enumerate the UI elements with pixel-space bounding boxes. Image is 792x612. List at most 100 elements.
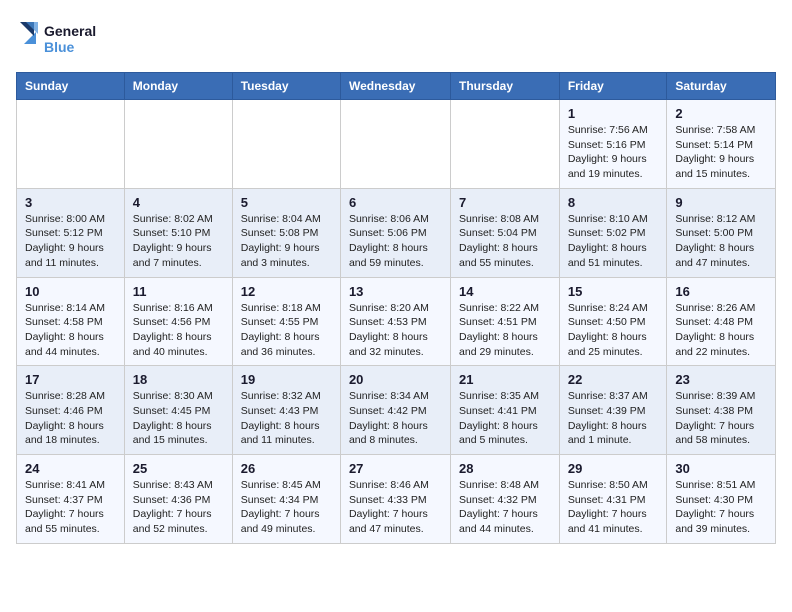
day-info: Sunrise: 8:20 AM Sunset: 4:53 PM Dayligh… <box>349 301 442 360</box>
day-number: 19 <box>241 372 332 387</box>
weekday-header-wednesday: Wednesday <box>340 73 450 100</box>
week-row-2: 3 Sunrise: 8:00 AM Sunset: 5:12 PM Daylig… <box>17 188 776 277</box>
calendar-cell: 2 Sunrise: 7:58 AM Sunset: 5:14 PM Daylig… <box>667 100 776 189</box>
day-info: Sunrise: 8:45 AM Sunset: 4:34 PM Dayligh… <box>241 478 332 537</box>
weekday-header-tuesday: Tuesday <box>232 73 340 100</box>
calendar-cell <box>340 100 450 189</box>
week-row-5: 24 Sunrise: 8:41 AM Sunset: 4:37 PM Dayli… <box>17 455 776 544</box>
calendar-cell: 15 Sunrise: 8:24 AM Sunset: 4:50 PM Dayli… <box>559 277 667 366</box>
day-info: Sunrise: 8:10 AM Sunset: 5:02 PM Dayligh… <box>568 212 659 271</box>
day-info: Sunrise: 8:48 AM Sunset: 4:32 PM Dayligh… <box>459 478 551 537</box>
calendar-cell <box>451 100 560 189</box>
calendar-cell: 16 Sunrise: 8:26 AM Sunset: 4:48 PM Dayli… <box>667 277 776 366</box>
day-info: Sunrise: 8:50 AM Sunset: 4:31 PM Dayligh… <box>568 478 659 537</box>
day-info: Sunrise: 8:00 AM Sunset: 5:12 PM Dayligh… <box>25 212 116 271</box>
calendar-cell: 10Sunrise: 8:14 AM Sunset: 4:58 PM Dayli… <box>17 277 125 366</box>
calendar-cell <box>17 100 125 189</box>
day-number: 17 <box>25 372 116 387</box>
day-info: Sunrise: 8:16 AM Sunset: 4:56 PM Dayligh… <box>133 301 224 360</box>
day-info: Sunrise: 7:58 AM Sunset: 5:14 PM Dayligh… <box>675 123 767 182</box>
day-number: 3 <box>25 195 116 210</box>
day-number: 13 <box>349 284 442 299</box>
day-info: Sunrise: 8:51 AM Sunset: 4:30 PM Dayligh… <box>675 478 767 537</box>
day-info: Sunrise: 8:39 AM Sunset: 4:38 PM Dayligh… <box>675 389 767 448</box>
day-number: 29 <box>568 461 659 476</box>
svg-text:General: General <box>44 23 96 39</box>
weekday-header-thursday: Thursday <box>451 73 560 100</box>
calendar-cell: 30 Sunrise: 8:51 AM Sunset: 4:30 PM Dayli… <box>667 455 776 544</box>
day-number: 24 <box>25 461 116 476</box>
calendar-cell: 7 Sunrise: 8:08 AM Sunset: 5:04 PM Daylig… <box>451 188 560 277</box>
day-number: 30 <box>675 461 767 476</box>
calendar-cell: 14 Sunrise: 8:22 AM Sunset: 4:51 PM Dayli… <box>451 277 560 366</box>
day-number: 28 <box>459 461 551 476</box>
calendar-cell: 3 Sunrise: 8:00 AM Sunset: 5:12 PM Daylig… <box>17 188 125 277</box>
calendar-cell <box>124 100 232 189</box>
day-number: 16 <box>675 284 767 299</box>
day-info: Sunrise: 8:34 AM Sunset: 4:42 PM Dayligh… <box>349 389 442 448</box>
calendar-table: SundayMondayTuesdayWednesdayThursdayFrid… <box>16 72 776 544</box>
day-number: 11 <box>133 284 224 299</box>
header: General Blue <box>16 16 776 60</box>
calendar-cell: 29 Sunrise: 8:50 AM Sunset: 4:31 PM Dayli… <box>559 455 667 544</box>
day-info: Sunrise: 8:06 AM Sunset: 5:06 PM Dayligh… <box>349 212 442 271</box>
calendar-cell: 23 Sunrise: 8:39 AM Sunset: 4:38 PM Dayli… <box>667 366 776 455</box>
day-info: Sunrise: 8:22 AM Sunset: 4:51 PM Dayligh… <box>459 301 551 360</box>
day-number: 21 <box>459 372 551 387</box>
day-number: 14 <box>459 284 551 299</box>
day-number: 23 <box>675 372 767 387</box>
calendar-cell: 6 Sunrise: 8:06 AM Sunset: 5:06 PM Daylig… <box>340 188 450 277</box>
day-number: 4 <box>133 195 224 210</box>
calendar-cell: 5 Sunrise: 8:04 AM Sunset: 5:08 PM Daylig… <box>232 188 340 277</box>
week-row-4: 17 Sunrise: 8:28 AM Sunset: 4:46 PM Dayli… <box>17 366 776 455</box>
weekday-header-row: SundayMondayTuesdayWednesdayThursdayFrid… <box>17 73 776 100</box>
weekday-header-monday: Monday <box>124 73 232 100</box>
day-number: 27 <box>349 461 442 476</box>
calendar-cell: 25 Sunrise: 8:43 AM Sunset: 4:36 PM Dayli… <box>124 455 232 544</box>
calendar-cell: 22 Sunrise: 8:37 AM Sunset: 4:39 PM Dayli… <box>559 366 667 455</box>
day-number: 5 <box>241 195 332 210</box>
week-row-3: 10Sunrise: 8:14 AM Sunset: 4:58 PM Dayli… <box>17 277 776 366</box>
calendar-cell: 9Sunrise: 8:12 AM Sunset: 5:00 PM Daylig… <box>667 188 776 277</box>
calendar-cell <box>232 100 340 189</box>
day-info: Sunrise: 8:24 AM Sunset: 4:50 PM Dayligh… <box>568 301 659 360</box>
calendar-cell: 1Sunrise: 7:56 AM Sunset: 5:16 PM Daylig… <box>559 100 667 189</box>
day-number: 15 <box>568 284 659 299</box>
calendar-cell: 4 Sunrise: 8:02 AM Sunset: 5:10 PM Daylig… <box>124 188 232 277</box>
svg-text:Blue: Blue <box>44 39 75 55</box>
weekday-header-friday: Friday <box>559 73 667 100</box>
calendar-cell: 8Sunrise: 8:10 AM Sunset: 5:02 PM Daylig… <box>559 188 667 277</box>
calendar-cell: 12 Sunrise: 8:18 AM Sunset: 4:55 PM Dayli… <box>232 277 340 366</box>
calendar-cell: 11 Sunrise: 8:16 AM Sunset: 4:56 PM Dayli… <box>124 277 232 366</box>
day-info: Sunrise: 8:08 AM Sunset: 5:04 PM Dayligh… <box>459 212 551 271</box>
day-info: Sunrise: 8:12 AM Sunset: 5:00 PM Dayligh… <box>675 212 767 271</box>
day-info: Sunrise: 8:30 AM Sunset: 4:45 PM Dayligh… <box>133 389 224 448</box>
calendar-cell: 18Sunrise: 8:30 AM Sunset: 4:45 PM Dayli… <box>124 366 232 455</box>
day-info: Sunrise: 8:04 AM Sunset: 5:08 PM Dayligh… <box>241 212 332 271</box>
day-number: 25 <box>133 461 224 476</box>
day-info: Sunrise: 8:41 AM Sunset: 4:37 PM Dayligh… <box>25 478 116 537</box>
logo-svg: General Blue <box>16 16 106 60</box>
logo: General Blue <box>16 16 106 60</box>
day-info: Sunrise: 8:14 AM Sunset: 4:58 PM Dayligh… <box>25 301 116 360</box>
day-number: 6 <box>349 195 442 210</box>
calendar-cell: 27Sunrise: 8:46 AM Sunset: 4:33 PM Dayli… <box>340 455 450 544</box>
day-info: Sunrise: 8:02 AM Sunset: 5:10 PM Dayligh… <box>133 212 224 271</box>
calendar-cell: 28 Sunrise: 8:48 AM Sunset: 4:32 PM Dayli… <box>451 455 560 544</box>
weekday-header-saturday: Saturday <box>667 73 776 100</box>
day-info: Sunrise: 8:26 AM Sunset: 4:48 PM Dayligh… <box>675 301 767 360</box>
day-number: 12 <box>241 284 332 299</box>
calendar-cell: 13 Sunrise: 8:20 AM Sunset: 4:53 PM Dayli… <box>340 277 450 366</box>
day-info: Sunrise: 8:28 AM Sunset: 4:46 PM Dayligh… <box>25 389 116 448</box>
calendar-cell: 21Sunrise: 8:35 AM Sunset: 4:41 PM Dayli… <box>451 366 560 455</box>
day-number: 7 <box>459 195 551 210</box>
weekday-header-sunday: Sunday <box>17 73 125 100</box>
day-number: 22 <box>568 372 659 387</box>
day-number: 2 <box>675 106 767 121</box>
calendar-cell: 20Sunrise: 8:34 AM Sunset: 4:42 PM Dayli… <box>340 366 450 455</box>
day-info: Sunrise: 8:37 AM Sunset: 4:39 PM Dayligh… <box>568 389 659 448</box>
day-info: Sunrise: 8:43 AM Sunset: 4:36 PM Dayligh… <box>133 478 224 537</box>
day-info: Sunrise: 7:56 AM Sunset: 5:16 PM Dayligh… <box>568 123 659 182</box>
day-info: Sunrise: 8:18 AM Sunset: 4:55 PM Dayligh… <box>241 301 332 360</box>
calendar-cell: 24 Sunrise: 8:41 AM Sunset: 4:37 PM Dayli… <box>17 455 125 544</box>
